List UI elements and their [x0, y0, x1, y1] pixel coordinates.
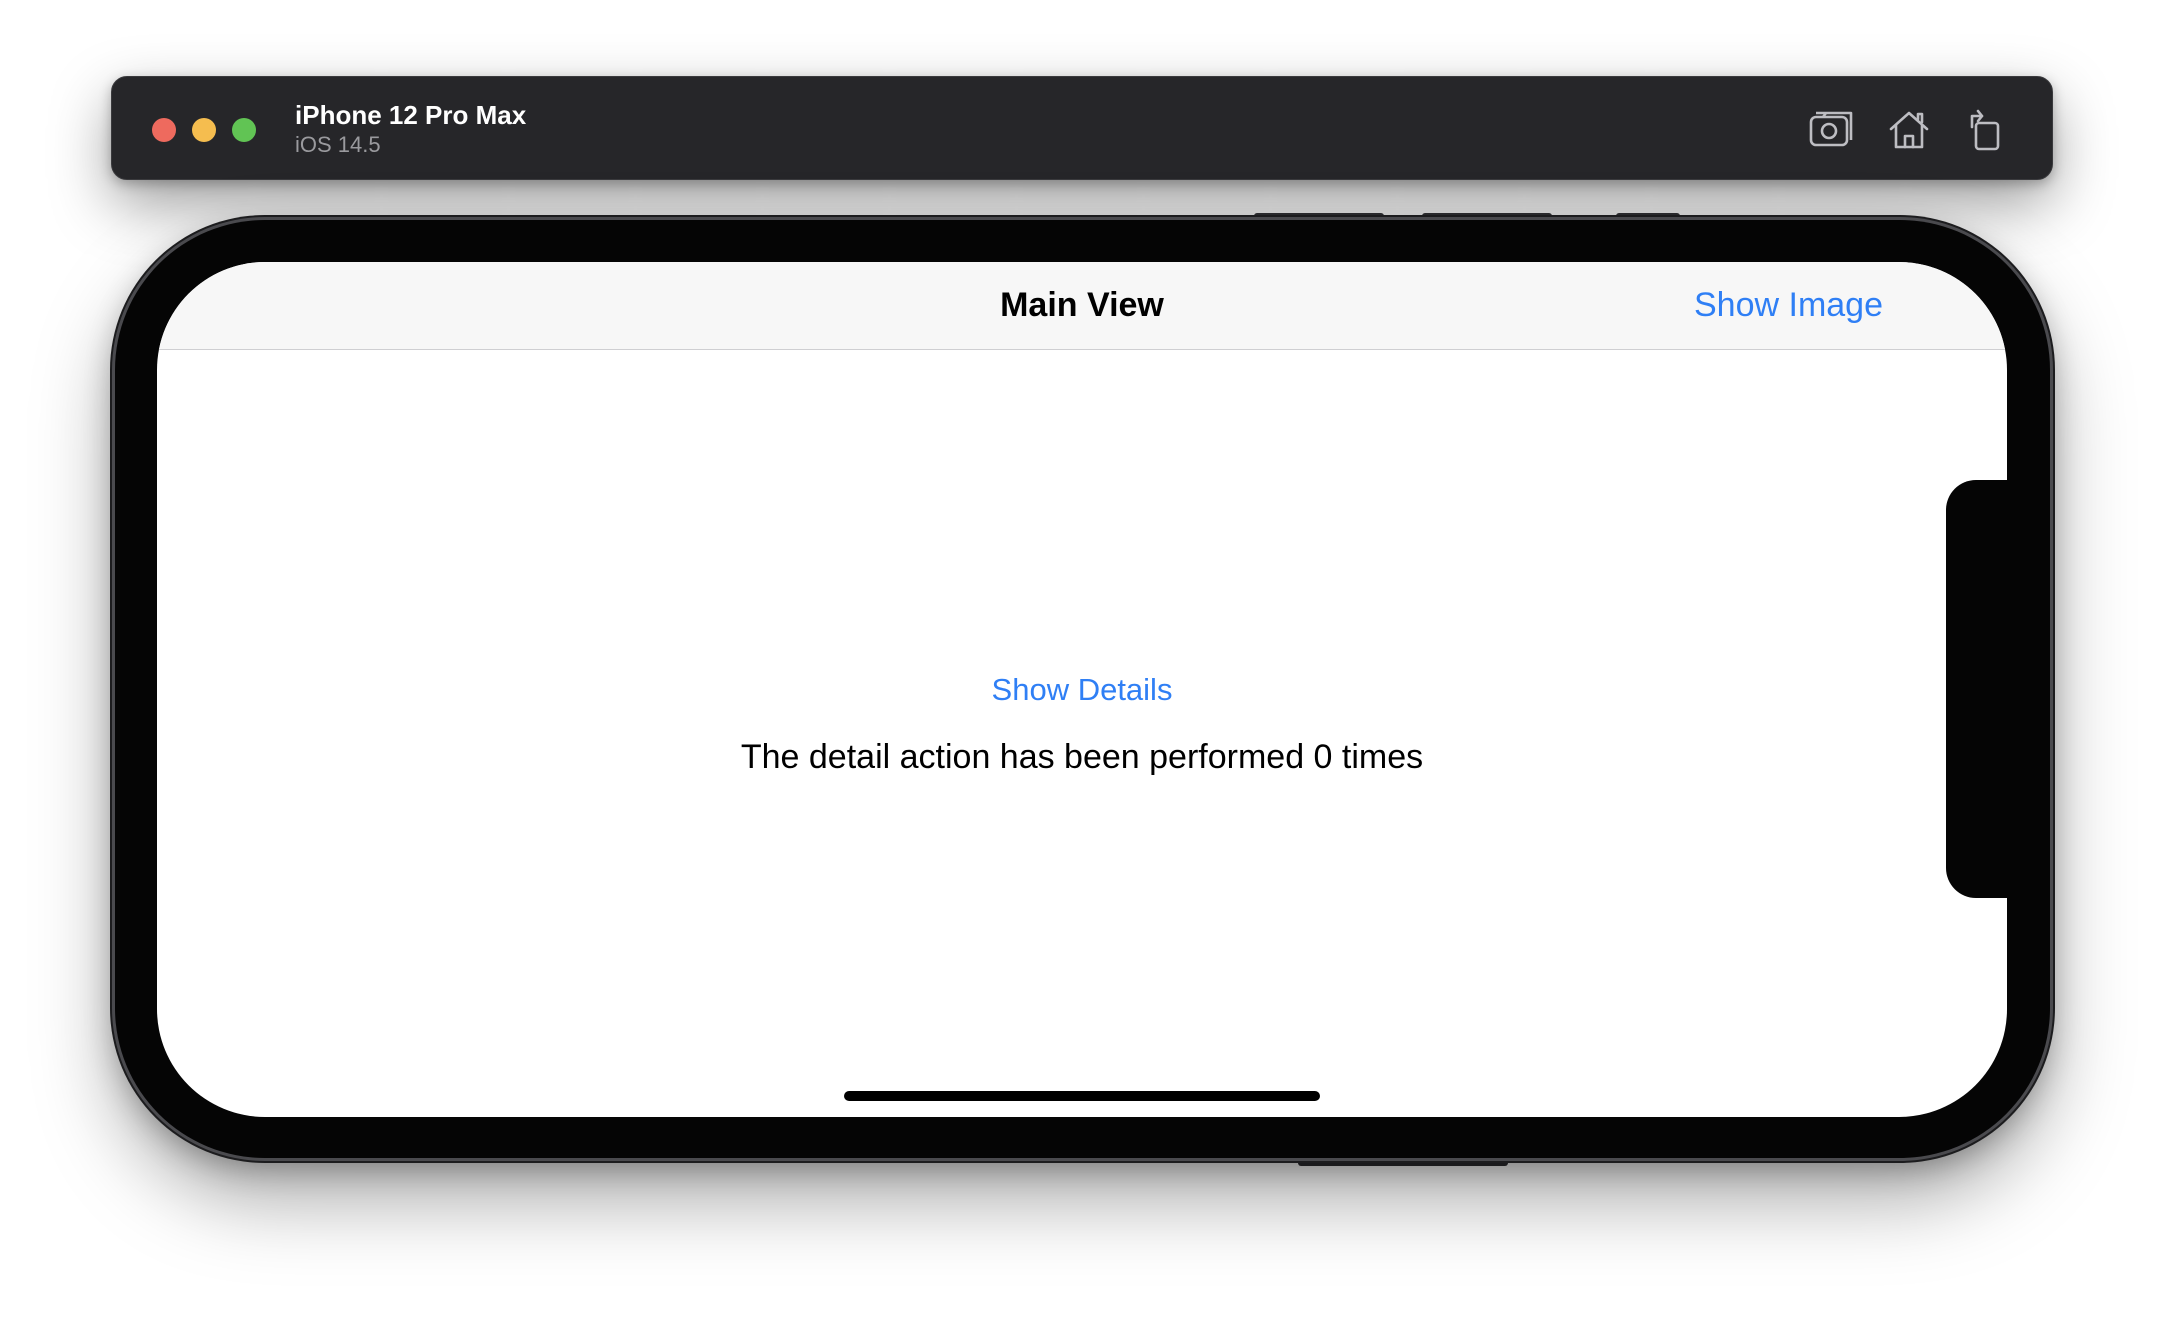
rotate-icon[interactable]: [1962, 107, 2008, 153]
minimize-window-button[interactable]: [192, 118, 216, 142]
show-details-button[interactable]: Show Details: [992, 672, 1173, 707]
home-indicator[interactable]: [844, 1091, 1320, 1101]
simulator-stage: iPhone 12 Pro Max iOS 14.5 Main View Sho…: [0, 0, 2164, 1328]
zoom-window-button[interactable]: [232, 118, 256, 142]
close-window-button[interactable]: [152, 118, 176, 142]
navigation-bar: Main View Show Image: [157, 262, 2007, 350]
screenshot-icon[interactable]: [1808, 107, 1854, 153]
os-version: iOS 14.5: [295, 132, 381, 157]
show-image-button[interactable]: Show Image: [1694, 284, 1883, 326]
home-icon[interactable]: [1886, 107, 1932, 153]
detail-count-label: The detail action has been performed 0 t…: [740, 738, 1424, 776]
notch: [1946, 480, 2007, 898]
side-button: [1298, 1157, 1508, 1166]
device-name: iPhone 12 Pro Max: [295, 100, 527, 130]
device-screen[interactable]: Main View Show Image Show Details The de…: [157, 262, 2007, 1117]
show-details-row: Show Details: [157, 670, 2007, 710]
simulator-titlebar[interactable]: iPhone 12 Pro Max iOS 14.5: [111, 76, 2053, 180]
